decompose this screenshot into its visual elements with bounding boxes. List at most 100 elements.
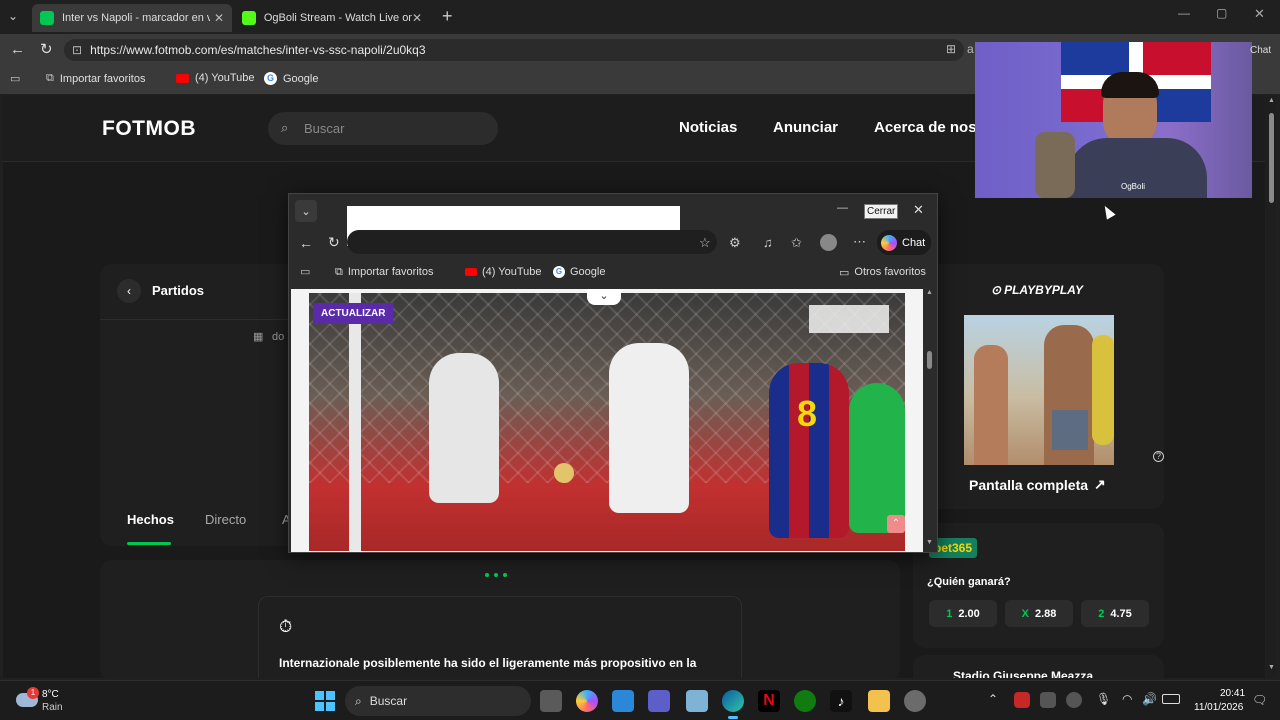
settings-icon[interactable]	[904, 690, 926, 712]
player-barca: 8	[769, 363, 849, 538]
tab-directo[interactable]: Directo	[205, 512, 246, 527]
popup-reload-icon[interactable]: ↻	[328, 234, 340, 251]
popup-back-icon[interactable]: ←	[299, 235, 313, 251]
edge-icon[interactable]	[722, 690, 744, 712]
popup-bookmark-google[interactable]: G Google	[553, 266, 605, 278]
clock-date[interactable]: 11/01/2026	[1194, 702, 1243, 713]
bookmark-google[interactable]: G Google	[264, 72, 318, 85]
maximize-icon[interactable]: ▢	[1216, 6, 1227, 20]
close-tab-icon[interactable]: ✕	[214, 11, 224, 25]
popup-profile-avatar[interactable]	[820, 234, 837, 251]
tray-defender-icon[interactable]	[1040, 692, 1056, 708]
page-scrollbar[interactable]: ▲ ▼	[1266, 95, 1276, 678]
volume-icon[interactable]: 🔊	[1142, 692, 1157, 706]
search-icon: ⌕	[281, 120, 289, 135]
translate-icon[interactable]: ⊞	[946, 42, 956, 56]
weather-widget[interactable]: 1 8°C Rain	[14, 687, 84, 715]
help-icon[interactable]: ?	[1153, 451, 1164, 462]
back-button[interactable]: ‹	[117, 279, 141, 303]
popup-music-icon[interactable]: ♫	[763, 235, 773, 250]
scrollbar-up-icon[interactable]: ▲	[1268, 97, 1275, 104]
popup-bookmark-youtube[interactable]: (4) YouTube	[465, 266, 542, 278]
new-tab-plus-icon[interactable]: +	[442, 6, 453, 27]
notifications-icon[interactable]: 🗨	[1252, 693, 1267, 707]
popup-scrollbar[interactable]: ▲ ▼	[925, 289, 935, 552]
minimize-icon[interactable]: —	[1178, 6, 1190, 20]
copilot-taskbar-icon[interactable]	[576, 690, 598, 712]
tray-sync-icon[interactable]	[1066, 692, 1082, 708]
read-aloud-icon[interactable]: a	[967, 42, 974, 56]
kick-favicon-icon	[242, 11, 256, 25]
popup-minimize-icon[interactable]: —	[837, 202, 848, 214]
webcam-overlay-text: OgBoli	[1121, 182, 1146, 191]
search-input[interactable]: ⌕ Buscar	[268, 112, 498, 145]
collapse-chevron-button[interactable]: ⌄	[587, 289, 621, 305]
popup-favorites-icon[interactable]: ✩	[791, 235, 802, 251]
popup-scroll-up-icon[interactable]: ▲	[926, 289, 933, 296]
fullscreen-link[interactable]: Pantalla completa ↗	[969, 476, 1106, 493]
odds-button-draw[interactable]: X 2.88	[1005, 600, 1073, 627]
popup-scroll-thumb[interactable]	[927, 351, 932, 369]
url-field[interactable]: ⊡ https://www.fotmob.com/es/matches/inte…	[64, 39, 964, 61]
tab-ogboli-stream[interactable]: OgBoli Stream - Watch Live on Kick ✕	[234, 4, 430, 32]
popup-other-favorites[interactable]: ▭ Otros favoritos	[839, 266, 926, 279]
scrollbar-thumb[interactable]	[1269, 113, 1274, 203]
tab-hechos[interactable]: Hechos	[127, 512, 174, 527]
reload-icon[interactable]: ↻	[40, 40, 53, 58]
photos-icon[interactable]	[686, 690, 708, 712]
scroll-top-button[interactable]: ⌃	[887, 515, 905, 533]
odds-button-home[interactable]: 1 2.00	[929, 600, 997, 627]
task-view-icon[interactable]	[540, 690, 562, 712]
stream-video[interactable]: 8 ACTUALIZAR ⌃	[309, 293, 905, 551]
taskbar-search-input[interactable]: ⌕ Buscar	[345, 686, 531, 716]
close-window-icon[interactable]: ✕	[1254, 6, 1265, 22]
popup-extensions-icon[interactable]: ⚙	[729, 235, 741, 251]
bookmark-importar-favoritos[interactable]: ⧉ Importar favoritos	[46, 72, 145, 85]
ball	[554, 463, 574, 483]
partidos-label[interactable]: Partidos	[152, 283, 204, 298]
popup-collections-icon[interactable]: ▭	[300, 265, 310, 278]
odds-button-away[interactable]: 2 4.75	[1081, 600, 1149, 627]
scrollbar-down-icon[interactable]: ▼	[1268, 664, 1275, 671]
collections-icon[interactable]: ▭	[10, 72, 20, 85]
tab-inter-napoli[interactable]: Inter vs Napoli - marcador en vivo ✕	[32, 4, 232, 32]
popup-video-frame[interactable]: 8 ACTUALIZAR ⌃ ⌄	[291, 289, 923, 552]
popup-more-icon[interactable]: ⋯	[853, 234, 866, 250]
wifi-icon[interactable]: ◠	[1122, 692, 1132, 706]
popup-bookmark-importar[interactable]: ⧉ Importar favoritos	[335, 266, 433, 279]
chat-partial-label[interactable]: Chat	[1250, 45, 1271, 56]
calendar-icon: ▦	[253, 331, 264, 343]
hidden-icons-chevron[interactable]: ⌃	[988, 692, 998, 706]
tiktok-icon[interactable]: ♪	[830, 690, 852, 712]
netflix-icon[interactable]: N	[758, 690, 780, 712]
clock-time[interactable]: 20:41	[1220, 688, 1245, 699]
tray-app-icon[interactable]	[1014, 692, 1030, 708]
fotmob-logo[interactable]: FOTMOB	[102, 117, 196, 141]
nav-anunciar[interactable]: Anunciar	[773, 119, 838, 136]
actualizar-badge[interactable]: ACTUALIZAR	[313, 303, 394, 324]
microphone-icon[interactable]: 🎙	[1096, 692, 1111, 706]
popup-favorite-star-icon[interactable]: ☆	[699, 235, 711, 251]
playbyplay-ad-image[interactable]	[964, 315, 1114, 465]
popup-scroll-down-icon[interactable]: ▼	[926, 539, 933, 546]
popup-tab-chevron-icon[interactable]: ⌄	[295, 200, 317, 222]
site-info-icon[interactable]: ⊡	[72, 43, 82, 57]
tab-actions-chevron-icon[interactable]: ⌄	[8, 9, 18, 23]
nav-acerca[interactable]: Acerca de nos	[874, 119, 977, 136]
search-placeholder: Buscar	[304, 121, 345, 136]
xbox-icon[interactable]	[794, 690, 816, 712]
bookmark-youtube[interactable]: (4) YouTube	[176, 72, 255, 84]
nav-noticias[interactable]: Noticias	[679, 119, 737, 136]
battery-icon[interactable]	[1162, 694, 1180, 704]
file-explorer-icon[interactable]	[868, 690, 890, 712]
store-icon[interactable]	[612, 690, 634, 712]
popup-chat-button[interactable]: Chat	[877, 230, 931, 255]
teams-icon[interactable]	[648, 690, 670, 712]
back-arrow-icon[interactable]: ←	[10, 41, 25, 58]
popup-close-icon[interactable]: ✕	[913, 202, 924, 218]
edge-active-indicator	[728, 716, 738, 719]
windows-start-icon[interactable]	[315, 691, 335, 711]
fotmob-favicon-icon	[40, 11, 54, 25]
popup-url-field[interactable]	[347, 230, 717, 254]
close-tab-icon[interactable]: ✕	[412, 11, 422, 25]
